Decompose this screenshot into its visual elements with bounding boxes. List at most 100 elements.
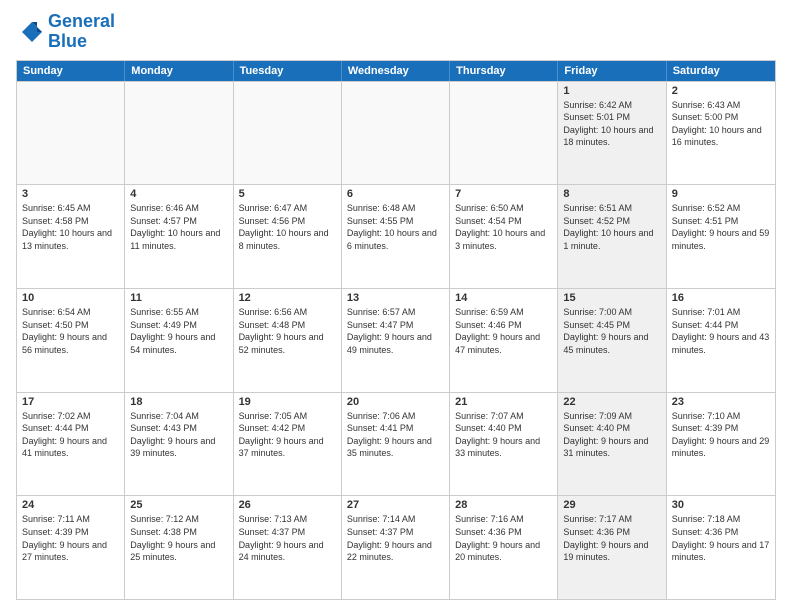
day-number: 18 — [130, 396, 227, 408]
day-info: Sunrise: 7:14 AMSunset: 4:37 PMDaylight:… — [347, 513, 444, 563]
day-info: Sunrise: 6:43 AMSunset: 5:00 PMDaylight:… — [672, 99, 770, 149]
calendar-header-cell: Sunday — [17, 61, 125, 81]
calendar: SundayMondayTuesdayWednesdayThursdayFrid… — [16, 60, 776, 600]
calendar-cell: 3 Sunrise: 6:45 AMSunset: 4:58 PMDaylight… — [17, 185, 125, 288]
calendar-cell: 6Sunrise: 6:48 AMSunset: 4:55 PMDaylight… — [342, 185, 450, 288]
day-info: Sunrise: 6:48 AMSunset: 4:55 PMDaylight:… — [347, 202, 444, 252]
day-number: 23 — [672, 396, 770, 408]
day-number: 7 — [455, 188, 552, 200]
calendar-row: 1 Sunrise: 6:42 AMSunset: 5:01 PMDaylight… — [17, 81, 775, 185]
day-info: Sunrise: 7:01 AMSunset: 4:44 PMDaylight:… — [672, 306, 770, 356]
calendar-header-cell: Monday — [125, 61, 233, 81]
day-number: 16 — [672, 292, 770, 304]
day-info: Sunrise: 6:52 AMSunset: 4:51 PMDaylight:… — [672, 202, 770, 252]
calendar-row: 10 Sunrise: 6:54 AMSunset: 4:50 PMDayligh… — [17, 288, 775, 392]
calendar-cell: 23 Sunrise: 7:10 AMSunset: 4:39 PMDayligh… — [667, 393, 775, 496]
day-info: Sunrise: 6:54 AMSunset: 4:50 PMDaylight:… — [22, 306, 119, 356]
calendar-row: 17 Sunrise: 7:02 AMSunset: 4:44 PMDayligh… — [17, 392, 775, 496]
day-info: Sunrise: 6:42 AMSunset: 5:01 PMDaylight:… — [563, 99, 660, 149]
calendar-cell: 14 Sunrise: 6:59 AMSunset: 4:46 PMDayligh… — [450, 289, 558, 392]
day-info: Sunrise: 7:05 AMSunset: 4:42 PMDaylight:… — [239, 410, 336, 460]
day-number: 3 — [22, 188, 119, 200]
day-info: Sunrise: 7:17 AMSunset: 4:36 PMDaylight:… — [563, 513, 660, 563]
logo-text: General Blue — [48, 12, 115, 52]
calendar-cell: 22 Sunrise: 7:09 AMSunset: 4:40 PMDayligh… — [558, 393, 666, 496]
day-number: 17 — [22, 396, 119, 408]
day-number: 4 — [130, 188, 227, 200]
day-number: 25 — [130, 499, 227, 511]
calendar-row: 24Sunrise: 7:11 AMSunset: 4:39 PMDayligh… — [17, 495, 775, 599]
day-number: 13 — [347, 292, 444, 304]
day-info: Sunrise: 7:12 AMSunset: 4:38 PMDaylight:… — [130, 513, 227, 563]
calendar-cell: 12 Sunrise: 6:56 AMSunset: 4:48 PMDayligh… — [234, 289, 342, 392]
calendar-body: 1 Sunrise: 6:42 AMSunset: 5:01 PMDaylight… — [17, 81, 775, 599]
calendar-cell: 4 Sunrise: 6:46 AMSunset: 4:57 PMDaylight… — [125, 185, 233, 288]
calendar-cell: 17 Sunrise: 7:02 AMSunset: 4:44 PMDayligh… — [17, 393, 125, 496]
day-number: 2 — [672, 85, 770, 97]
header: General Blue — [16, 12, 776, 52]
day-info: Sunrise: 7:06 AMSunset: 4:41 PMDaylight:… — [347, 410, 444, 460]
page: General Blue SundayMondayTuesdayWednesda… — [0, 0, 792, 612]
day-number: 28 — [455, 499, 552, 511]
day-number: 15 — [563, 292, 660, 304]
calendar-cell: 11Sunrise: 6:55 AMSunset: 4:49 PMDayligh… — [125, 289, 233, 392]
calendar-cell: 5Sunrise: 6:47 AMSunset: 4:56 PMDaylight… — [234, 185, 342, 288]
day-number: 9 — [672, 188, 770, 200]
calendar-cell: 29Sunrise: 7:17 AMSunset: 4:36 PMDayligh… — [558, 496, 666, 599]
day-info: Sunrise: 6:46 AMSunset: 4:57 PMDaylight:… — [130, 202, 227, 252]
day-number: 8 — [563, 188, 660, 200]
calendar-cell: 1 Sunrise: 6:42 AMSunset: 5:01 PMDaylight… — [558, 82, 666, 185]
day-info: Sunrise: 6:51 AMSunset: 4:52 PMDaylight:… — [563, 202, 660, 252]
day-number: 22 — [563, 396, 660, 408]
day-number: 19 — [239, 396, 336, 408]
day-info: Sunrise: 6:57 AMSunset: 4:47 PMDaylight:… — [347, 306, 444, 356]
calendar-cell: 8 Sunrise: 6:51 AMSunset: 4:52 PMDaylight… — [558, 185, 666, 288]
day-number: 20 — [347, 396, 444, 408]
day-info: Sunrise: 6:59 AMSunset: 4:46 PMDaylight:… — [455, 306, 552, 356]
logo-icon — [16, 18, 44, 46]
calendar-cell: 27Sunrise: 7:14 AMSunset: 4:37 PMDayligh… — [342, 496, 450, 599]
calendar-header: SundayMondayTuesdayWednesdayThursdayFrid… — [17, 61, 775, 81]
calendar-cell: 15 Sunrise: 7:00 AMSunset: 4:45 PMDayligh… — [558, 289, 666, 392]
calendar-cell — [17, 82, 125, 185]
day-number: 11 — [130, 292, 227, 304]
calendar-cell: 19 Sunrise: 7:05 AMSunset: 4:42 PMDayligh… — [234, 393, 342, 496]
day-info: Sunrise: 6:45 AMSunset: 4:58 PMDaylight:… — [22, 202, 119, 252]
calendar-row: 3 Sunrise: 6:45 AMSunset: 4:58 PMDaylight… — [17, 184, 775, 288]
calendar-cell: 25 Sunrise: 7:12 AMSunset: 4:38 PMDayligh… — [125, 496, 233, 599]
day-number: 10 — [22, 292, 119, 304]
day-number: 12 — [239, 292, 336, 304]
day-info: Sunrise: 7:04 AMSunset: 4:43 PMDaylight:… — [130, 410, 227, 460]
day-info: Sunrise: 7:09 AMSunset: 4:40 PMDaylight:… — [563, 410, 660, 460]
calendar-cell — [342, 82, 450, 185]
calendar-cell: 30 Sunrise: 7:18 AMSunset: 4:36 PMDayligh… — [667, 496, 775, 599]
day-number: 24 — [22, 499, 119, 511]
day-number: 21 — [455, 396, 552, 408]
calendar-cell: 18 Sunrise: 7:04 AMSunset: 4:43 PMDayligh… — [125, 393, 233, 496]
day-number: 30 — [672, 499, 770, 511]
calendar-header-cell: Friday — [558, 61, 666, 81]
day-number: 14 — [455, 292, 552, 304]
calendar-header-cell: Wednesday — [342, 61, 450, 81]
calendar-cell: 7Sunrise: 6:50 AMSunset: 4:54 PMDaylight… — [450, 185, 558, 288]
day-info: Sunrise: 6:56 AMSunset: 4:48 PMDaylight:… — [239, 306, 336, 356]
calendar-header-cell: Saturday — [667, 61, 775, 81]
day-number: 26 — [239, 499, 336, 511]
day-info: Sunrise: 7:00 AMSunset: 4:45 PMDaylight:… — [563, 306, 660, 356]
day-info: Sunrise: 7:13 AMSunset: 4:37 PMDaylight:… — [239, 513, 336, 563]
day-info: Sunrise: 7:16 AMSunset: 4:36 PMDaylight:… — [455, 513, 552, 563]
day-number: 5 — [239, 188, 336, 200]
calendar-cell: 26 Sunrise: 7:13 AMSunset: 4:37 PMDayligh… — [234, 496, 342, 599]
calendar-cell: 9 Sunrise: 6:52 AMSunset: 4:51 PMDaylight… — [667, 185, 775, 288]
calendar-cell — [125, 82, 233, 185]
day-number: 1 — [563, 85, 660, 97]
calendar-cell: 20 Sunrise: 7:06 AMSunset: 4:41 PMDayligh… — [342, 393, 450, 496]
calendar-header-cell: Thursday — [450, 61, 558, 81]
calendar-cell: 2 Sunrise: 6:43 AMSunset: 5:00 PMDaylight… — [667, 82, 775, 185]
day-info: Sunrise: 7:10 AMSunset: 4:39 PMDaylight:… — [672, 410, 770, 460]
day-info: Sunrise: 7:18 AMSunset: 4:36 PMDaylight:… — [672, 513, 770, 563]
calendar-cell: 10 Sunrise: 6:54 AMSunset: 4:50 PMDayligh… — [17, 289, 125, 392]
calendar-cell — [234, 82, 342, 185]
calendar-cell: 24Sunrise: 7:11 AMSunset: 4:39 PMDayligh… — [17, 496, 125, 599]
day-info: Sunrise: 7:02 AMSunset: 4:44 PMDaylight:… — [22, 410, 119, 460]
